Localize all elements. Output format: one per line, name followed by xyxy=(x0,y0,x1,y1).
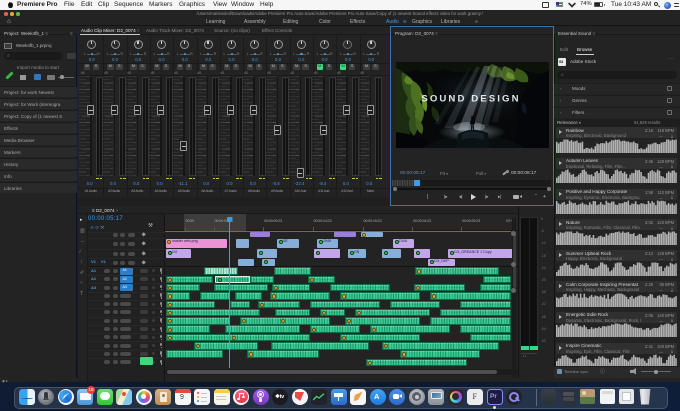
svg-text:SOUND DESIGN: SOUND DESIGN xyxy=(421,94,520,105)
